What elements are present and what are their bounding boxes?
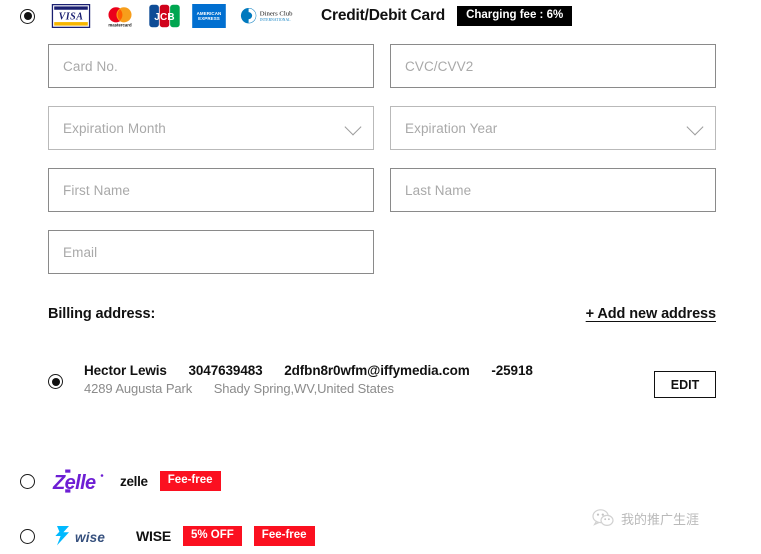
wise-logo: wise [47,523,125,549]
payment-method-credit-card-row[interactable]: VISA mastercard JCB AMERICAN EXPRESS Din… [0,0,761,32]
first-name-field[interactable]: First Name [48,168,374,212]
billing-region: Shady Spring,WV,United States [213,381,394,396]
wise-tag-discount: 5% OFF [182,525,242,547]
svg-text:Diners Club: Diners Club [260,10,293,17]
chevron-down-icon [344,118,362,136]
form-row-card-cvc: Card No. CVC/CVV2 [48,44,716,88]
svg-text:INTERNATIONAL: INTERNATIONAL [260,18,291,22]
svg-text:EXPRESS: EXPRESS [198,16,220,21]
radio-zelle[interactable] [20,473,35,489]
zelle-logo: Zelle [47,468,109,494]
billing-name: Hector Lewis [84,363,167,378]
svg-text:AMERICAN: AMERICAN [197,11,222,16]
card-brand-logos: VISA mastercard JCB AMERICAN EXPRESS Din… [48,4,307,28]
charging-fee-badge: Charging fee : 6% [457,6,573,26]
form-row-name: First Name Last Name [48,168,716,212]
credit-card-form: Card No. CVC/CVV2 Expiration Month Expir… [48,44,716,292]
payment-method-title: Credit/Debit Card [321,7,446,24]
billing-zip: -25918 [491,363,533,378]
radio-wise[interactable] [20,528,35,544]
billing-address-line-2: 4289 Augusta Park Shady Spring,WV,United… [84,381,412,396]
svg-text:JCB: JCB [154,12,175,23]
card-number-placeholder: Card No. [63,58,118,74]
jcb-logo: JCB [148,4,181,28]
svg-text:wise: wise [75,530,105,545]
watermark-text: 我的推广生涯 [621,512,700,528]
american-express-logo: AMERICAN EXPRESS [192,4,226,28]
payment-method-wise-row[interactable]: wise WISE 5% OFF Fee-free [0,523,315,549]
expiration-month-placeholder: Expiration Month [63,120,166,136]
form-row-expiration: Expiration Month Expiration Year [48,106,716,150]
wise-name: WISE [136,528,171,544]
radio-credit-debit-card[interactable] [20,8,35,24]
zelle-tag-fee-free: Fee-free [159,470,221,492]
add-new-address-link[interactable]: + Add new address [586,306,716,322]
expiration-year-placeholder: Expiration Year [405,120,498,136]
first-name-placeholder: First Name [63,182,131,198]
form-row-email: Email [48,230,716,274]
billing-address-line-1: Hector Lewis 3047639483 2dfbn8r0wfm@iffy… [84,363,533,378]
billing-address-item[interactable]: Hector Lewis 3047639483 2dfbn8r0wfm@iffy… [48,362,738,398]
zelle-name: zelle [120,473,148,489]
billing-phone: 3047639483 [188,363,263,378]
diners-club-logo: Diners Club INTERNATIONAL [238,4,304,28]
svg-text:mastercard: mastercard [108,23,132,28]
email-placeholder: Email [63,244,98,260]
billing-address-text: Hector Lewis 3047639483 2dfbn8r0wfm@iffy… [84,362,738,398]
billing-address-label: Billing address: [48,306,156,322]
expiration-month-select[interactable]: Expiration Month [48,106,374,150]
card-number-field[interactable]: Card No. [48,44,374,88]
cvc-field[interactable]: CVC/CVV2 [390,44,716,88]
svg-text:Zelle: Zelle [52,472,96,494]
mastercard-logo: mastercard [102,4,138,28]
expiration-year-select[interactable]: Expiration Year [390,106,716,150]
radio-billing-address[interactable] [48,374,63,389]
wechat-icon [592,509,614,526]
last-name-field[interactable]: Last Name [390,168,716,212]
payment-method-panel: VISA mastercard JCB AMERICAN EXPRESS Din… [0,0,761,554]
chevron-down-icon [686,118,704,136]
edit-address-button[interactable]: EDIT [654,371,716,398]
watermark: 我的推广生涯 [592,508,699,528]
cvc-placeholder: CVC/CVV2 [405,58,474,74]
payment-method-zelle-row[interactable]: Zelle zelle Fee-free [0,468,221,494]
visa-logo: VISA [51,4,91,28]
email-field[interactable]: Email [48,230,374,274]
last-name-placeholder: Last Name [405,182,472,198]
svg-text:VISA: VISA [59,12,84,23]
billing-address-header: Billing address: + Add new address [48,306,716,322]
billing-street: 4289 Augusta Park [84,381,193,396]
billing-email: 2dfbn8r0wfm@iffymedia.com [284,363,470,378]
wise-tag-fee-free: Fee-free [253,525,315,547]
